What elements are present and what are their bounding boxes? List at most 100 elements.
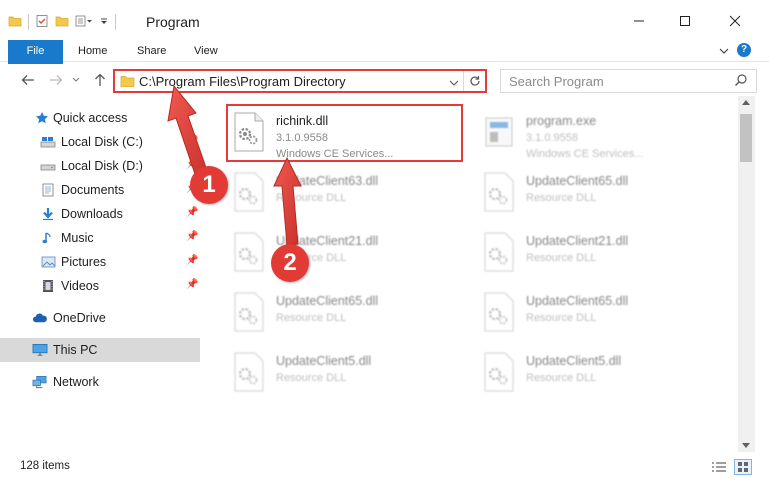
- file-type: Resource DLL: [276, 372, 347, 384]
- refresh-button[interactable]: [463, 71, 485, 91]
- documents-icon: [40, 182, 56, 198]
- vertical-scrollbar[interactable]: [738, 96, 755, 452]
- file-item[interactable]: UpdateClient5.dll Resource DLL: [226, 344, 456, 400]
- sidebar-item-label: This PC: [53, 343, 98, 357]
- tab-share[interactable]: Share: [125, 40, 178, 62]
- expand-ribbon-icon[interactable]: [719, 45, 729, 59]
- new-folder-icon[interactable]: [55, 14, 69, 31]
- file-type: Resource DLL: [526, 372, 597, 384]
- file-item[interactable]: UpdateClient21.dll Resource DLL: [476, 224, 706, 280]
- sidebar-item-this-pc[interactable]: This PC: [0, 338, 200, 362]
- pin-icon[interactable]: 📌: [186, 279, 198, 290]
- address-path[interactable]: C:\Program Files\Program Directory: [139, 74, 346, 89]
- minimize-button[interactable]: [616, 6, 662, 36]
- pin-icon[interactable]: 📌: [186, 207, 198, 218]
- tab-view[interactable]: View: [182, 40, 230, 62]
- dll-file-icon: [234, 232, 264, 272]
- pin-icon[interactable]: 📌: [186, 255, 198, 266]
- sidebar-item-music[interactable]: Music 📌: [0, 226, 200, 250]
- help-icon[interactable]: ?: [737, 43, 751, 57]
- title-bar: Program: [0, 0, 769, 44]
- scrollbar-thumb[interactable]: [740, 114, 752, 162]
- sidebar-item-label: OneDrive: [53, 311, 106, 325]
- sidebar-item-label: Downloads: [61, 207, 123, 221]
- folder-icon: [120, 74, 135, 91]
- sidebar-item-label: Quick access: [53, 111, 128, 125]
- toolbar-separator: [115, 14, 116, 30]
- sidebar-item-documents[interactable]: Documents 📌: [0, 178, 200, 202]
- file-item[interactable]: UpdateClient5.dll Resource DLL: [476, 344, 706, 400]
- close-button[interactable]: [712, 6, 758, 36]
- scroll-down-icon[interactable]: [742, 443, 750, 448]
- sidebar-item-label: Music: [61, 231, 94, 245]
- navigation-pane: Quick access Local Disk (C:) 📌 Local Dis…: [0, 100, 210, 452]
- step-callout-1: 1: [190, 166, 228, 204]
- file-type: Resource DLL: [526, 252, 597, 264]
- ribbon-tabs: File Home Share View ?: [0, 40, 769, 96]
- file-type: Resource DLL: [526, 192, 597, 204]
- address-dropdown-icon[interactable]: [449, 73, 459, 91]
- large-icons-view-icon[interactable]: [734, 459, 752, 475]
- sidebar-item-label: Videos: [61, 279, 99, 293]
- sidebar-item-videos[interactable]: Videos 📌: [0, 274, 200, 298]
- file-name: UpdateClient5.dll: [276, 354, 372, 368]
- file-item[interactable]: UpdateClient63.dll Resource DLL: [226, 164, 456, 220]
- search-icon[interactable]: [734, 73, 748, 90]
- recent-locations-button[interactable]: [70, 70, 82, 90]
- scroll-up-icon[interactable]: [742, 100, 750, 105]
- address-bar[interactable]: C:\Program Files\Program Directory: [113, 69, 487, 93]
- close-icon: [729, 15, 741, 27]
- view-options-icon[interactable]: [75, 14, 93, 31]
- sidebar-item-pictures[interactable]: Pictures 📌: [0, 250, 200, 274]
- dll-file-icon: [484, 292, 514, 332]
- file-highlight-box: [226, 104, 463, 162]
- file-item[interactable]: UpdateClient21.dll Resource DLL: [226, 224, 456, 280]
- file-name: UpdateClient21.dll: [526, 234, 629, 248]
- customize-toolbar-icon[interactable]: [99, 14, 109, 31]
- file-type: Resource DLL: [276, 312, 347, 324]
- cloud-icon: [32, 310, 48, 326]
- navigation-bar: C:\Program Files\Program Directory: [0, 64, 769, 96]
- sidebar-item-downloads[interactable]: Downloads 📌: [0, 202, 200, 226]
- maximize-button[interactable]: [662, 6, 708, 36]
- pin-icon[interactable]: 📌: [186, 231, 198, 242]
- sidebar-item-local-disk-d[interactable]: Local Disk (D:) 📌: [0, 154, 200, 178]
- file-item[interactable]: UpdateClient65.dll Resource DLL: [226, 284, 456, 340]
- toolbar-separator: [28, 14, 29, 30]
- sidebar-item-onedrive[interactable]: OneDrive: [0, 306, 200, 330]
- forward-button[interactable]: [46, 70, 66, 90]
- folder-icon: [8, 14, 22, 31]
- search-input[interactable]: [501, 70, 726, 92]
- arrow-left-icon: [21, 75, 34, 85]
- tab-home[interactable]: Home: [66, 40, 119, 62]
- file-version: 3.1.0.9558: [526, 132, 578, 144]
- arrow-right-icon: [50, 75, 63, 85]
- step-callout-2: 2: [271, 244, 309, 282]
- search-box[interactable]: [500, 69, 757, 93]
- up-button[interactable]: [90, 70, 110, 90]
- sidebar-item-network[interactable]: Network: [0, 370, 200, 394]
- dll-file-icon: [234, 292, 264, 332]
- videos-icon: [40, 278, 56, 294]
- file-name: UpdateClient5.dll: [526, 354, 622, 368]
- details-view-icon[interactable]: [710, 459, 728, 475]
- network-icon: [32, 374, 48, 390]
- file-description: Windows CE Services...: [526, 148, 644, 160]
- file-item[interactable]: UpdateClient65.dll Resource DLL: [476, 164, 706, 220]
- drive-icon: [40, 134, 56, 150]
- arrow-up-icon: [95, 73, 105, 86]
- sidebar-item-label: Pictures: [61, 255, 107, 269]
- pin-icon[interactable]: 📌: [186, 135, 198, 146]
- sidebar-item-quick-access[interactable]: Quick access: [0, 106, 200, 130]
- star-icon: [34, 110, 50, 126]
- pin-icon[interactable]: 📌: [186, 159, 198, 170]
- dll-file-icon: [484, 232, 514, 272]
- refresh-icon: [469, 76, 480, 86]
- sidebar-item-label: Network: [53, 375, 99, 389]
- sidebar-item-local-disk-c[interactable]: Local Disk (C:) 📌: [0, 130, 200, 154]
- file-item-program-exe[interactable]: program.exe 3.1.0.9558 Windows CE Servic…: [476, 104, 706, 160]
- file-item[interactable]: UpdateClient65.dll Resource DLL: [476, 284, 706, 340]
- properties-icon[interactable]: [35, 14, 49, 31]
- file-name: program.exe: [526, 114, 597, 128]
- back-button[interactable]: [18, 70, 38, 90]
